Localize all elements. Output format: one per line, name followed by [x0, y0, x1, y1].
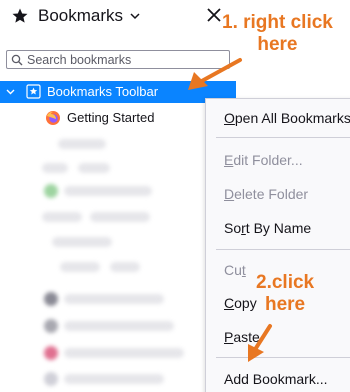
chevron-down-icon[interactable]	[130, 13, 140, 20]
menu-item-add-bookmark[interactable]: Add Bookmark...	[224, 371, 328, 387]
close-icon[interactable]	[206, 7, 222, 23]
menu-item-edit-folder[interactable]: Edit Folder...	[224, 152, 303, 168]
annotation-step-2: 2.click here	[256, 272, 315, 315]
sidebar-header: Bookmarks	[0, 0, 232, 40]
search-input[interactable]	[27, 51, 225, 68]
bookmarks-toolbar-folder-icon	[26, 84, 41, 99]
menu-separator	[216, 357, 350, 358]
menu-separator	[216, 249, 350, 250]
menu-item-sort-by-name[interactable]: Sort By Name	[224, 220, 311, 236]
search-box[interactable]	[6, 50, 230, 69]
search-icon	[11, 54, 23, 66]
menu-item-open-all-bookmarks[interactable]: Open All Bookmarks	[224, 110, 350, 126]
bookmarks-context-menu: Open All Bookmarks Edit Folder... Delete…	[205, 98, 350, 392]
menu-item-copy[interactable]: Copy	[224, 295, 257, 311]
sidebar-title[interactable]: Bookmarks	[38, 6, 123, 26]
menu-item-delete-folder[interactable]: Delete Folder	[224, 186, 308, 202]
tree-item-label: Getting Started	[67, 110, 155, 125]
menu-item-cut[interactable]: Cut	[224, 262, 246, 278]
tree-row-bookmarks-toolbar[interactable]: Bookmarks Toolbar	[0, 81, 236, 103]
tree-row-getting-started[interactable]: Getting Started	[0, 108, 236, 128]
star-icon	[12, 8, 28, 23]
annotation-step-1: 1. right click here	[222, 12, 333, 55]
menu-separator	[216, 137, 350, 138]
menu-item-paste[interactable]: Paste	[224, 329, 260, 345]
twisty-expanded-icon[interactable]	[6, 89, 15, 95]
firefox-icon	[46, 111, 60, 125]
tree-item-label: Bookmarks Toolbar	[47, 84, 159, 99]
